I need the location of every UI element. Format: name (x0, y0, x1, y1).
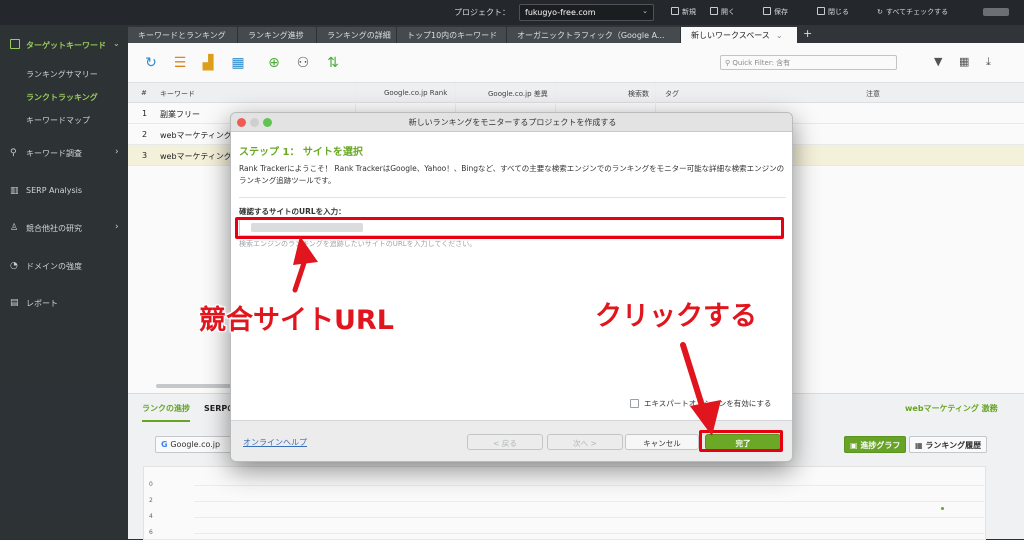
back-button[interactable]: < 戻る (467, 434, 543, 450)
dialog-title: 新しいランキングをモニターするプロジェクトを作成する (408, 118, 617, 127)
annotation-competitor-url: 競合サイトURL (199, 305, 394, 336)
close-window-icon[interactable] (237, 118, 246, 127)
app-window: プロジェクト： fukugyo-free.com ⌄ 新規 開く 保存 閉じる … (0, 0, 1024, 540)
new-project-dialog: 新しいランキングをモニターするプロジェクトを作成する ステップ 1： サイトを選… (230, 112, 793, 462)
online-help-link[interactable]: オンラインヘルプ (243, 437, 307, 448)
finish-highlight-box (699, 430, 783, 452)
annotation-click: クリックする (595, 301, 757, 332)
url-hint: 検索エンジンのランキングを追跡したいサイトのURLを入力してください。 (239, 240, 477, 248)
zoom-window-icon[interactable] (263, 118, 272, 127)
url-highlight-box (235, 217, 784, 239)
url-field-label: 確認するサイトのURLを入力： (239, 207, 346, 216)
expert-options-label: エキスパートオプションを有効にする (644, 399, 772, 408)
minimize-window-icon[interactable] (250, 118, 259, 127)
dialog-titlebar: 新しいランキングをモニターするプロジェクトを作成する (231, 113, 792, 132)
cancel-button[interactable]: キャンセル (625, 434, 699, 450)
intro-text: Rank Trackerにようこそ！ Rank TrackerはGoogle、Y… (239, 164, 785, 185)
expert-options-checkbox[interactable] (630, 399, 639, 408)
next-button[interactable]: 次へ > (547, 434, 623, 450)
dialog-body: ステップ 1： サイトを選択 Rank Trackerにようこそ！ Rank T… (231, 132, 792, 420)
divider (239, 197, 786, 198)
step-heading: ステップ 1： サイトを選択 (239, 147, 363, 158)
